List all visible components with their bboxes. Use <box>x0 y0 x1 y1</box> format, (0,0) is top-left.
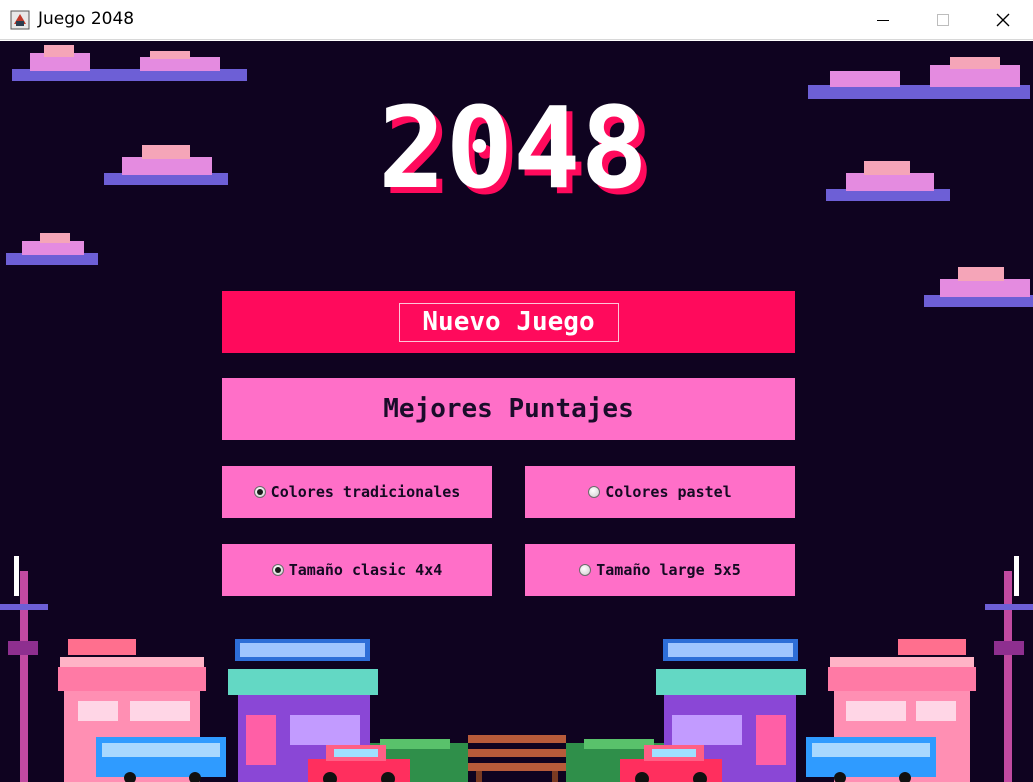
game-logo: 2048 2048 <box>378 101 654 211</box>
color-traditional-option[interactable]: Colores tradicionales <box>222 466 492 518</box>
bench <box>468 735 566 782</box>
size-classic-label: Tamaño clasic 4x4 <box>288 561 443 579</box>
radio-selected-icon[interactable] <box>253 486 266 498</box>
minimize-icon <box>877 20 889 21</box>
best-scores-label: Mejores Puntajes <box>383 394 634 424</box>
minimize-button[interactable] <box>853 0 913 40</box>
game-menu-panel: 2048 2048 Nuevo Juego Mejores Puntajes C… <box>0 41 1033 782</box>
bus <box>96 737 226 782</box>
bushes <box>370 739 664 782</box>
window-titlebar: Juego 2048 <box>0 0 1033 40</box>
color-pastel-option[interactable]: Colores pastel <box>525 466 795 518</box>
new-game-label: Nuevo Juego <box>398 302 619 342</box>
cloud-icon <box>808 57 1030 99</box>
cloud-icon <box>826 161 950 201</box>
close-button[interactable] <box>973 0 1033 40</box>
maximize-button[interactable] <box>913 0 973 40</box>
cloud-icon <box>924 267 1033 307</box>
radio-unselected-icon[interactable] <box>579 564 592 576</box>
cloud-icon <box>6 233 98 265</box>
window-title: Juego 2048 <box>38 9 135 29</box>
color-pastel-label: Colores pastel <box>605 483 732 501</box>
cloud-icon <box>104 145 228 185</box>
logo-text: 2048 <box>378 101 648 211</box>
size-large-label: Tamaño large 5x5 <box>596 561 741 579</box>
color-traditional-label: Colores tradicionales <box>270 483 461 501</box>
maximize-icon <box>937 14 949 26</box>
size-large-option[interactable]: Tamaño large 5x5 <box>525 544 795 596</box>
cloud-icon <box>12 45 247 81</box>
close-icon <box>996 13 1010 27</box>
radio-selected-icon[interactable] <box>271 564 284 576</box>
size-classic-option[interactable]: Tamaño clasic 4x4 <box>222 544 492 596</box>
bus <box>806 737 936 782</box>
street-lamp <box>985 556 1033 782</box>
java-app-icon <box>10 10 30 30</box>
best-scores-button[interactable]: Mejores Puntajes <box>222 378 795 440</box>
new-game-button[interactable]: Nuevo Juego <box>222 291 795 353</box>
radio-unselected-icon[interactable] <box>588 486 601 498</box>
street-lamp <box>0 556 48 782</box>
